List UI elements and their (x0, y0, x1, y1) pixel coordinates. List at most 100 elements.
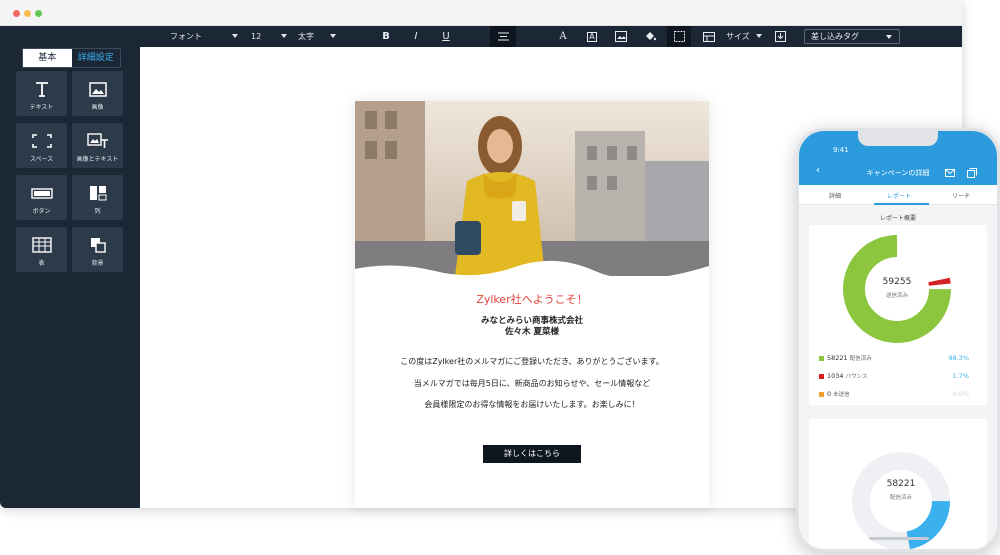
sent-label: 送信済み (885, 293, 908, 299)
legend-value: 58221 (827, 354, 848, 362)
underline-button[interactable]: U (436, 26, 456, 47)
highlight-icon: A (587, 32, 597, 42)
align-center-icon (497, 32, 509, 41)
status-time: 9:41 (833, 146, 849, 154)
delivered-card: 58221 配信済み (809, 419, 987, 549)
background-icon (72, 236, 123, 254)
legend-value: 0 (827, 390, 832, 398)
size-select[interactable]: サイズ (726, 26, 762, 47)
email-preview[interactable]: Zylker社へようこそ！ みなとみらい商事株式会社 佐々木 夏菜様 この度はZ… (355, 101, 709, 508)
block-label: 列 (94, 208, 101, 215)
tab-basic[interactable]: 基本 (23, 49, 72, 67)
delivered-count: 58221 (886, 479, 916, 489)
layout-button[interactable] (699, 26, 719, 47)
block-sidebar: 基本 詳細設定 テキスト 画像 スペース 画像とテキスト ボタン 列 表 背景 (0, 26, 140, 508)
legend-swatch (819, 373, 824, 379)
block-image[interactable]: 画像 (72, 71, 123, 116)
phone-notch (858, 131, 938, 146)
fill-color-button[interactable] (640, 26, 660, 47)
border-icon (673, 31, 685, 42)
body-line-1[interactable]: この度はZylker社のメルマガにご登録いただき、ありがとうございます。 (355, 356, 709, 367)
font-color-icon: A (559, 31, 567, 42)
layout-icon (703, 32, 715, 42)
block-image-text[interactable]: 画像とテキスト (72, 123, 123, 168)
font-color-button[interactable]: A (553, 26, 573, 47)
report-summary-title: レポート概要 (879, 215, 916, 222)
tab-advanced[interactable]: 詳細設定 (72, 49, 121, 67)
delivered-label: 配信済み (889, 495, 912, 501)
insert-block-button[interactable] (770, 26, 790, 47)
hero-image[interactable] (355, 101, 709, 276)
legend-delivered[interactable]: 58221 配信済み 98.3% (819, 354, 969, 362)
chevron-down-icon (281, 34, 287, 38)
merge-tag-value: 差し込みタグ (811, 32, 859, 41)
recipient-name: 佐々木 夏菜様 (505, 327, 559, 337)
legend-label: 配信済み (849, 356, 872, 362)
phone-mockup: 9:41 ‹ キャンペーンの詳細 詳細 レポート リーチ レポート概要 5925… (796, 128, 1000, 552)
legend-label: バウンス (845, 374, 868, 380)
paint-bucket-icon (646, 32, 657, 41)
block-label: 画像とテキスト (76, 156, 119, 163)
minimize-window-dot[interactable] (24, 10, 31, 17)
image-text-icon (72, 132, 123, 150)
body-line-3[interactable]: 会員様限定のお得な情報をお届けいたします。お楽しみに！ (355, 399, 709, 410)
format-toolbar: フォント 12 太字 B I U A A サイズ 差し込みタグ (140, 26, 962, 47)
maximize-window-dot[interactable] (35, 10, 42, 17)
hero-photo (355, 101, 709, 276)
font-weight-value: 太字 (298, 32, 314, 41)
recipient-block[interactable]: みなとみらい商事株式会社 佐々木 夏菜様 (355, 316, 709, 338)
legend-label: 未送信 (833, 392, 850, 398)
legend-pct: 1.7% (952, 372, 969, 380)
block-background[interactable]: 背景 (72, 227, 123, 272)
mail-icon[interactable] (945, 169, 955, 177)
text-icon (16, 80, 67, 98)
company-name: みなとみらい商事株式会社 (480, 316, 583, 326)
block-label: ボタン (32, 208, 51, 215)
sent-donut-chart (843, 235, 951, 343)
tab-details[interactable]: 詳細 (829, 191, 841, 200)
border-button[interactable] (667, 26, 691, 47)
font-family-select[interactable]: フォント (170, 26, 238, 47)
block-space[interactable]: スペース (16, 123, 67, 168)
block-label: テキスト (29, 104, 54, 111)
email-heading[interactable]: Zylker社へようこそ！ (355, 291, 709, 307)
legend-swatch (819, 355, 824, 361)
tab-report[interactable]: レポート (887, 191, 911, 200)
align-center-button[interactable] (490, 26, 516, 47)
cta-button[interactable]: 詳しくはこちら (483, 445, 581, 463)
highlight-button[interactable]: A (582, 26, 602, 47)
legend-unsent[interactable]: 0 未送信 0.0% (819, 390, 969, 398)
block-table[interactable]: 表 (16, 227, 67, 272)
active-tab-indicator (874, 203, 929, 205)
space-icon (16, 132, 67, 150)
insert-block-icon (774, 31, 786, 42)
font-size-value: 12 (251, 32, 262, 41)
legend-bounced[interactable]: 1034 バウンス 1.7% (819, 372, 969, 380)
font-weight-select[interactable]: 太字 (298, 26, 336, 47)
block-label: 表 (38, 260, 45, 267)
donut-slice-0 (843, 235, 951, 343)
insert-image-button[interactable] (611, 26, 631, 47)
body-line-2[interactable]: 当メルマガでは毎月5日に、新商品のお知らせや、セール情報など (355, 378, 709, 389)
legend-pct: 0.0% (952, 390, 969, 398)
font-family-value: フォント (170, 32, 202, 41)
sent-count: 59255 (882, 277, 912, 287)
bold-button[interactable]: B (376, 26, 396, 47)
block-columns[interactable]: 列 (72, 175, 123, 220)
block-grid: テキスト 画像 スペース 画像とテキスト ボタン 列 表 背景 (16, 71, 123, 272)
columns-icon (72, 184, 123, 202)
chevron-down-icon (756, 34, 762, 38)
chevron-down-icon (886, 35, 892, 39)
copy-icon[interactable] (967, 168, 977, 178)
block-text[interactable]: テキスト (16, 71, 67, 116)
block-button[interactable]: ボタン (16, 175, 67, 220)
block-label: 背景 (91, 260, 104, 267)
window-titlebar (0, 0, 962, 26)
italic-button[interactable]: I (406, 26, 426, 47)
close-window-dot[interactable] (13, 10, 20, 17)
tab-reach[interactable]: リーチ (952, 191, 970, 200)
merge-tag-select[interactable]: 差し込みタグ (804, 29, 900, 44)
button-icon (16, 184, 67, 202)
phone-header: 9:41 ‹ キャンペーンの詳細 (799, 131, 997, 185)
font-size-select[interactable]: 12 (251, 26, 287, 47)
